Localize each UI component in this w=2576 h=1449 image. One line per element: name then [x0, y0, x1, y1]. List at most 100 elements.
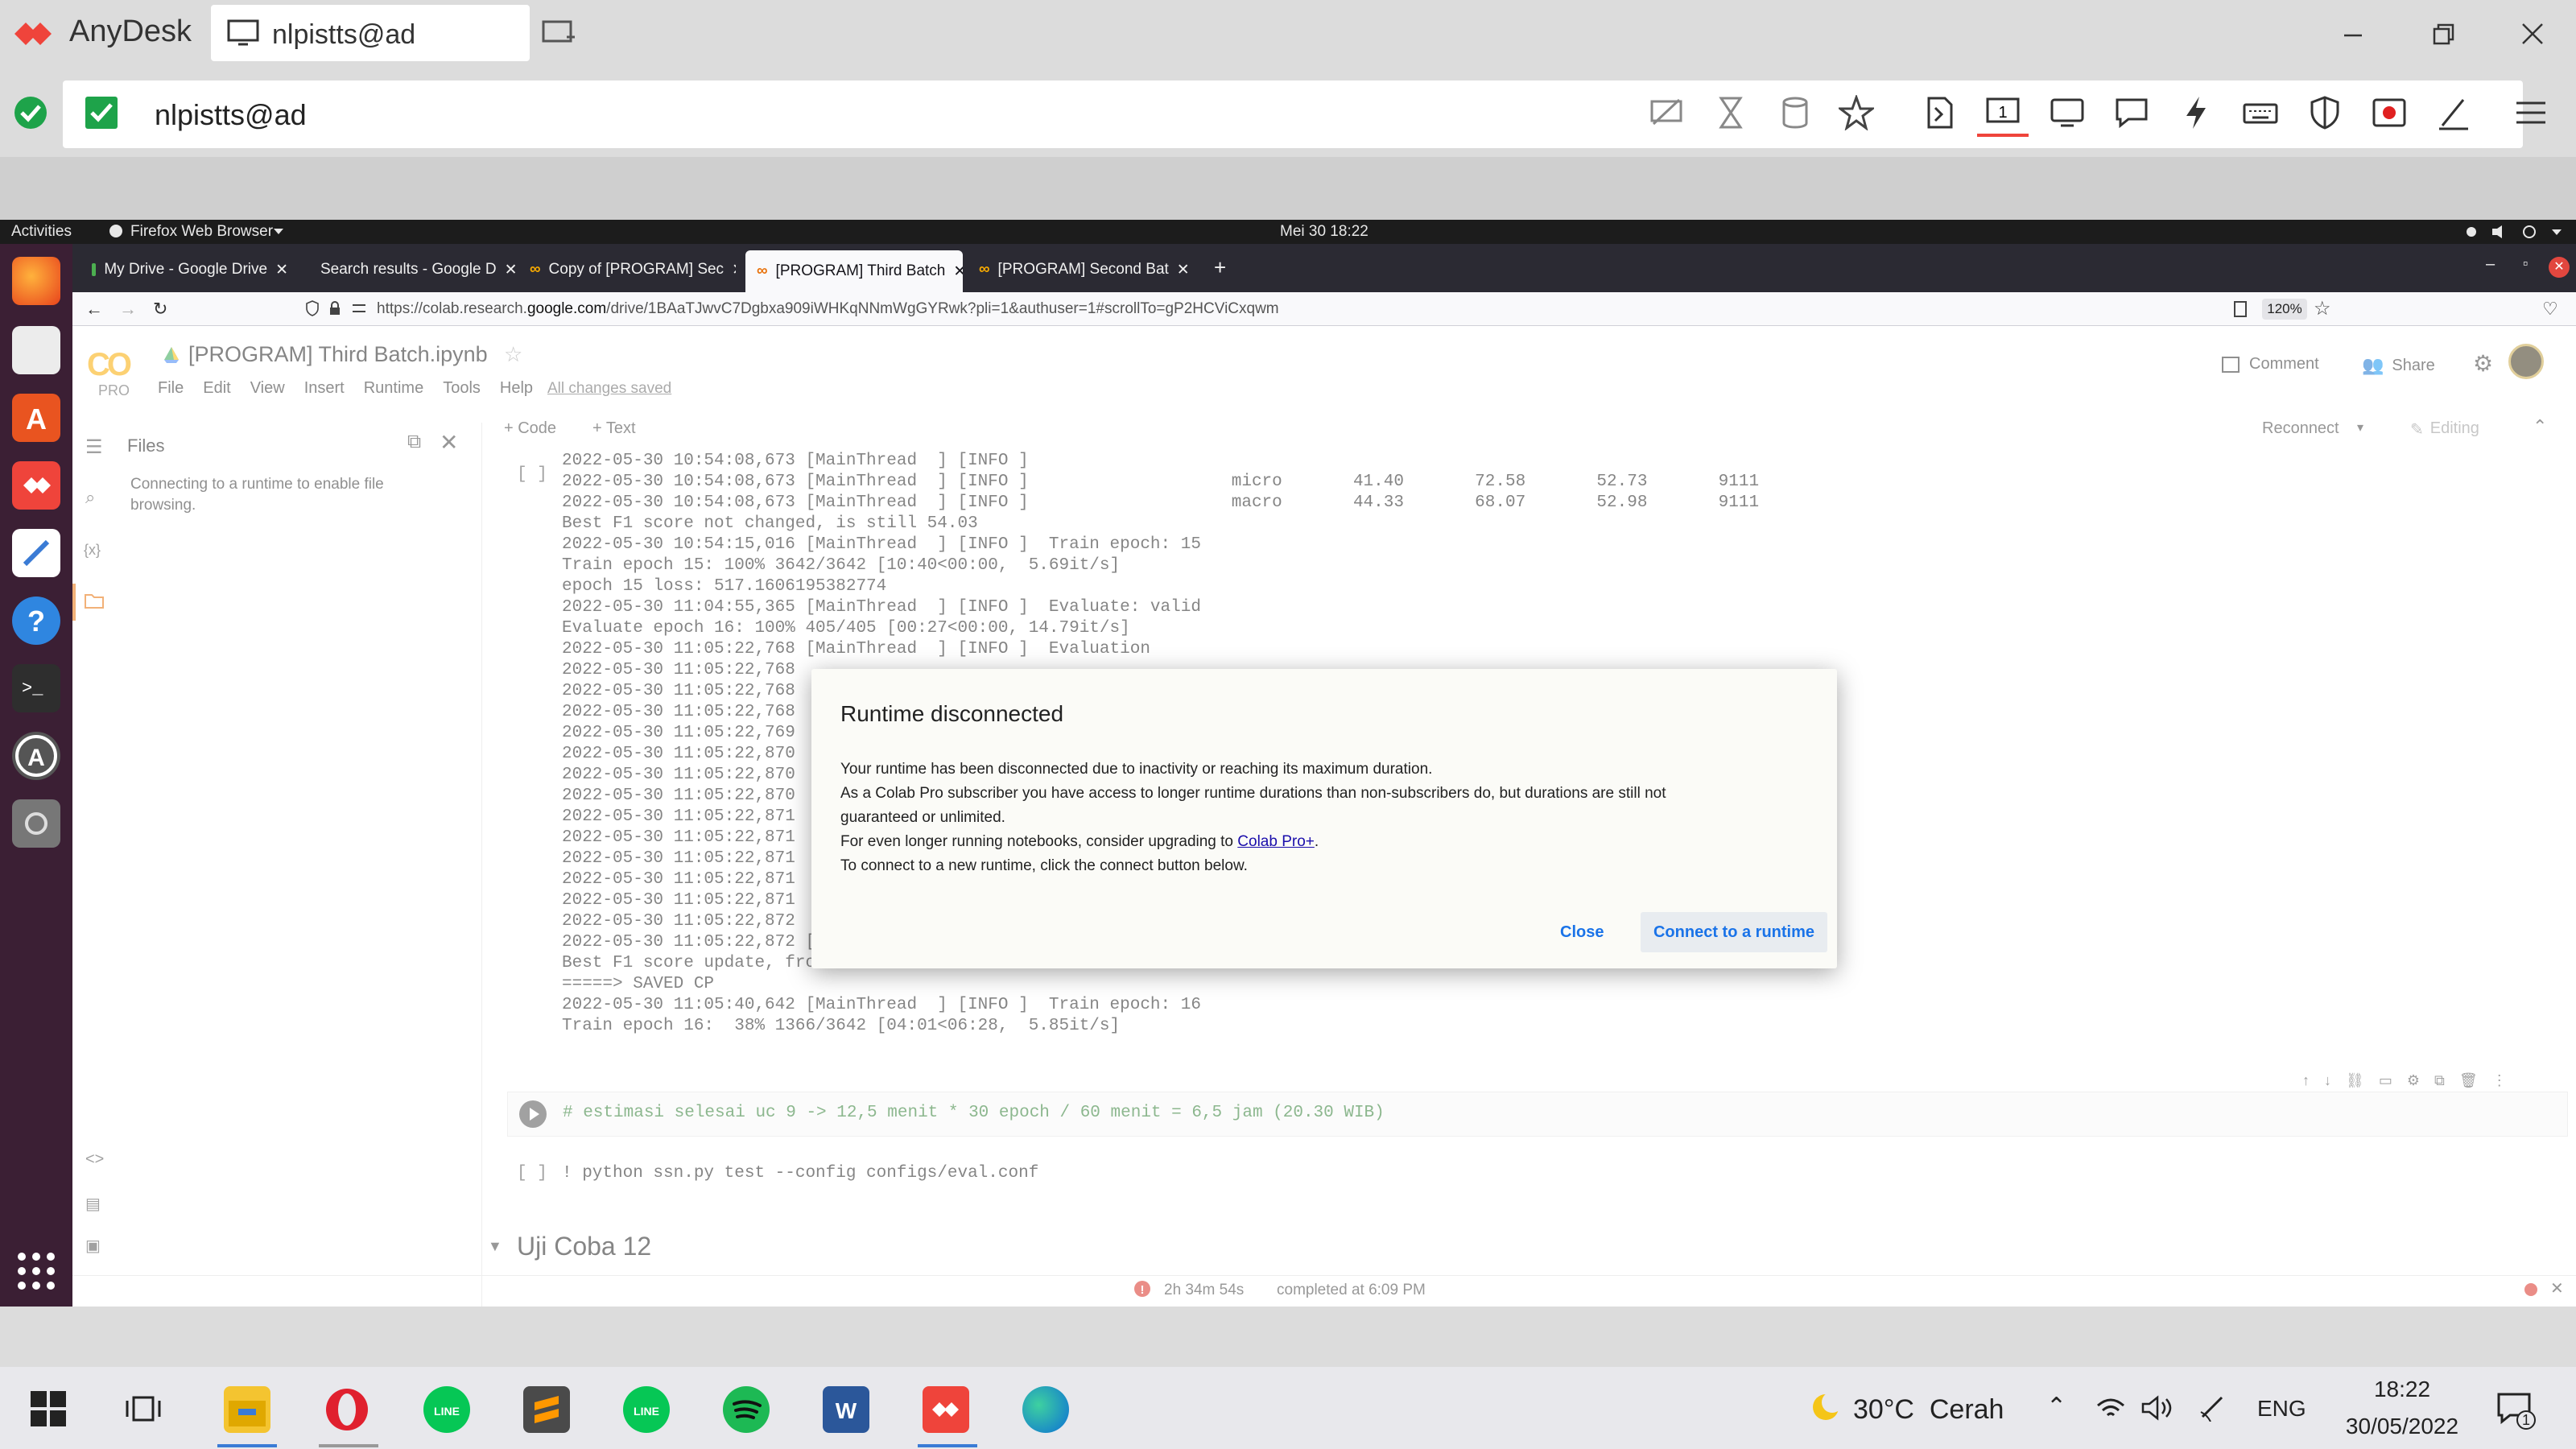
spotify-icon[interactable]	[723, 1386, 770, 1433]
weather-text[interactable]: 30°C Cerah	[1853, 1394, 2004, 1426]
tab-second-batch[interactable]: ∞ [PROGRAM] Second Bat ✕	[968, 252, 1195, 287]
permissions-icon[interactable]	[351, 300, 367, 316]
tab-search-results[interactable]: Search results - Google D ✕	[301, 252, 517, 287]
anydesk-dock-icon[interactable]	[12, 461, 60, 510]
bookmark-star-icon[interactable]: ☆	[2314, 297, 2331, 320]
svg-text:>_: >_	[22, 679, 43, 699]
updater-icon[interactable]: A	[12, 732, 60, 780]
window-close-icon[interactable]: ✕	[2549, 257, 2570, 278]
line-icon[interactable]: LINE	[423, 1386, 470, 1433]
zoom-level[interactable]: 120%	[2262, 299, 2307, 320]
shield-icon[interactable]	[2307, 95, 2343, 130]
dialog-line-4: For even longer running notebooks, consi…	[840, 830, 1806, 854]
tab-close-icon[interactable]: ✕	[505, 261, 517, 279]
chat-icon[interactable]	[2114, 95, 2149, 130]
window-maximize-icon[interactable]: ▫	[2523, 255, 2528, 272]
window-minimize-icon[interactable]: –	[2486, 255, 2495, 274]
firefox-icon[interactable]	[12, 257, 60, 305]
volume-icon[interactable]	[2141, 1394, 2174, 1422]
line-2-icon[interactable]: LINE	[623, 1386, 670, 1433]
forward-icon[interactable]: →	[119, 299, 137, 320]
gnome-clock[interactable]: Mei 30 18:22	[1280, 223, 1368, 241]
star-icon[interactable]	[1839, 95, 1874, 130]
database-icon[interactable]	[1777, 95, 1813, 130]
anydesk-logo-icon	[11, 16, 55, 52]
notification-count: 1	[2521, 1412, 2530, 1428]
software-center-icon[interactable]: A	[12, 394, 60, 442]
monitor-1-icon[interactable]: 1	[1985, 95, 2021, 130]
system-tray-icons[interactable]	[2462, 224, 2566, 240]
lock-icon[interactable]	[328, 300, 341, 316]
colab-pro-plus-link[interactable]: Colab Pro+	[1237, 833, 1315, 850]
back-icon[interactable]: ←	[85, 299, 103, 320]
pen-icon[interactable]	[2436, 95, 2471, 130]
app-grid-icon[interactable]	[12, 1247, 60, 1295]
reload-icon[interactable]: ↻	[153, 299, 167, 320]
active-monitor-underline	[1977, 134, 2029, 137]
file-explorer-icon[interactable]	[224, 1386, 270, 1433]
url-field[interactable]: https://colab.research.google.com/drive/…	[377, 300, 1279, 318]
word-icon[interactable]: W	[823, 1386, 869, 1433]
tab-close-icon[interactable]: ✕	[732, 261, 736, 279]
opera-icon[interactable]	[324, 1386, 370, 1433]
anydesk-taskbar-icon[interactable]	[923, 1386, 969, 1433]
dialog-line-5: To connect to a new runtime, click the c…	[840, 857, 1248, 874]
sublime-icon[interactable]	[523, 1386, 570, 1433]
windows-taskbar	[0, 1367, 2576, 1449]
weather-moon-icon	[1808, 1389, 1843, 1425]
taskbar-time[interactable]: 18:22	[2363, 1377, 2441, 1402]
terminal-icon[interactable]: >_	[12, 664, 60, 712]
tab-my-drive[interactable]: My Drive - Google Drive ✕	[80, 252, 299, 287]
reader-view-icon[interactable]	[2233, 300, 2248, 318]
svg-text:?: ?	[27, 605, 45, 638]
address-bar[interactable]: nlpistts@ad	[63, 80, 2523, 148]
url-suffix: /drive/1BAaTJwvC7Dgbxa909iWHKqNNmWgGYRwk…	[606, 300, 1279, 317]
language-indicator[interactable]: ENG	[2257, 1396, 2306, 1422]
connect-runtime-button[interactable]: Connect to a runtime	[1641, 912, 1827, 952]
tab-close-icon[interactable]: ✕	[275, 261, 288, 279]
lightning-icon[interactable]	[2178, 95, 2214, 130]
pocket-icon[interactable]: ♡	[2542, 299, 2558, 320]
close-button[interactable]: Close	[1560, 923, 1604, 942]
minimize-icon[interactable]	[2341, 23, 2365, 47]
shield-tracking-icon[interactable]	[306, 300, 319, 316]
keyboard-icon[interactable]	[2243, 95, 2278, 130]
colab-icon: ∞	[979, 261, 990, 278]
taskbar-date[interactable]: 30/05/2022	[2331, 1414, 2473, 1439]
gnome-top-bar: Activities Firefox Web Browser Mei 30 18…	[0, 220, 2576, 244]
app-menu[interactable]: Firefox Web Browser	[130, 223, 273, 241]
menu-icon[interactable]	[2513, 95, 2549, 130]
task-view-icon[interactable]	[126, 1393, 161, 1425]
anydesk-session-tab[interactable]: nlpistts@ad	[211, 5, 530, 61]
disk-icon[interactable]	[12, 799, 60, 848]
new-tab-icon[interactable]: +	[1214, 255, 1226, 280]
file-transfer-icon[interactable]	[1922, 95, 1958, 130]
windows-start-icon[interactable]	[31, 1391, 66, 1426]
tab-close-icon[interactable]: ✕	[1177, 261, 1190, 279]
restore-icon[interactable]	[2431, 23, 2455, 47]
wifi-icon[interactable]	[2096, 1396, 2125, 1420]
tab-third-batch[interactable]: ∞ [PROGRAM] Third Batch ✕	[745, 250, 963, 292]
tray-chevron-icon[interactable]: ⌃	[2046, 1393, 2066, 1421]
viewport-bottom-margin	[0, 1307, 2576, 1367]
help-icon[interactable]: ?	[12, 597, 60, 645]
activities-button[interactable]: Activities	[11, 223, 72, 241]
edge-icon[interactable]	[1022, 1386, 1069, 1433]
dialog-line-4-end: .	[1314, 833, 1319, 850]
pen-workspace-icon[interactable]	[2198, 1393, 2227, 1422]
hourglass-icon[interactable]	[1713, 95, 1748, 130]
files-icon[interactable]	[12, 326, 60, 374]
close-icon[interactable]	[2520, 21, 2545, 47]
record-icon[interactable]	[2372, 95, 2407, 130]
new-session-icon[interactable]	[541, 19, 576, 50]
dialog-line-2: As a Colab Pro subscriber you have acces…	[840, 785, 1666, 802]
tab-close-icon[interactable]: ✕	[953, 262, 963, 281]
opera-indicator	[319, 1444, 378, 1447]
privacy-icon[interactable]	[1649, 95, 1684, 130]
explorer-active-indicator	[217, 1444, 277, 1447]
anydesk-app-name: AnyDesk	[69, 14, 192, 48]
display-icon[interactable]	[2050, 95, 2085, 130]
text-editor-icon[interactable]	[12, 529, 60, 577]
tab-copy-program[interactable]: ∞ Copy of [PROGRAM] Sec ✕	[518, 252, 736, 287]
monitor-icon	[227, 19, 259, 47]
